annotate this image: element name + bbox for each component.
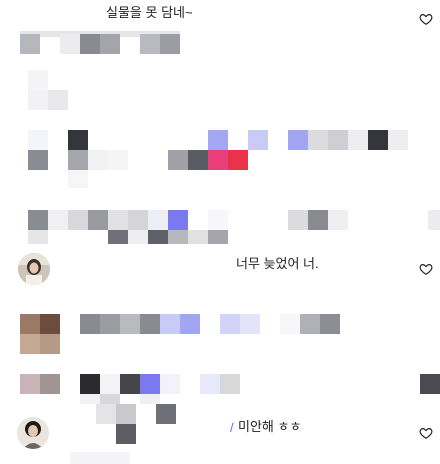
pixel-block xyxy=(120,374,140,394)
pixel-block xyxy=(28,70,48,90)
pixel-block xyxy=(100,314,120,334)
pixel-block xyxy=(20,34,40,54)
pixel-block xyxy=(28,150,48,170)
pixel-block xyxy=(68,130,88,150)
pixel-block xyxy=(328,130,348,150)
pixel-block xyxy=(120,314,140,334)
avatar[interactable] xyxy=(17,417,49,449)
avatar[interactable] xyxy=(18,253,50,285)
pixel-block xyxy=(168,210,188,230)
pixel-block xyxy=(280,314,300,334)
pixel-block xyxy=(368,130,388,150)
pixel-block xyxy=(88,210,108,230)
pixel-block xyxy=(160,34,180,54)
pixel-block xyxy=(70,452,130,464)
pixel-block xyxy=(148,210,168,230)
pixel-block xyxy=(100,34,120,54)
pixel-block xyxy=(308,130,328,150)
pixel-block xyxy=(140,314,160,334)
pixel-block xyxy=(240,314,260,334)
heart-outline-icon[interactable] xyxy=(419,262,433,276)
pixel-block xyxy=(160,314,180,334)
pixel-block xyxy=(180,314,200,334)
pixel-block xyxy=(88,150,108,170)
pixel-block xyxy=(188,150,208,170)
pixel-block xyxy=(108,230,128,244)
pixel-block xyxy=(208,230,228,244)
pixel-block xyxy=(288,130,308,150)
pixel-block xyxy=(100,394,120,404)
pixel-block xyxy=(68,150,88,170)
pixel-block xyxy=(40,314,60,334)
pixel-block xyxy=(140,34,160,54)
pixel-block xyxy=(220,374,240,394)
pixel-block xyxy=(140,374,160,394)
pixel-block xyxy=(116,404,136,424)
pixel-block xyxy=(60,34,80,54)
pixel-block xyxy=(20,314,40,334)
pixel-block xyxy=(348,130,368,150)
pixel-block xyxy=(248,130,268,150)
pixel-block xyxy=(96,404,116,424)
heart-outline-icon[interactable] xyxy=(419,426,433,440)
pixel-block xyxy=(28,130,48,150)
pixel-block xyxy=(128,230,148,244)
pixel-block xyxy=(320,314,340,334)
pixel-block xyxy=(108,210,128,230)
pixel-block xyxy=(156,404,176,424)
comment-text: 너무 늦었어 너. xyxy=(236,256,319,271)
pixel-block xyxy=(20,374,40,394)
pixel-block xyxy=(80,394,100,404)
pixel-block xyxy=(200,374,220,394)
pixel-block xyxy=(28,210,48,230)
pixel-block xyxy=(168,230,188,244)
pixel-block xyxy=(220,314,240,334)
comment-prefix: / xyxy=(230,420,234,435)
pixel-block xyxy=(228,150,248,170)
pixel-block xyxy=(80,374,100,394)
pixel-block xyxy=(208,130,228,150)
pixel-block xyxy=(20,334,40,354)
pixel-block xyxy=(300,314,320,334)
pixel-block xyxy=(208,210,228,230)
pixel-block xyxy=(148,230,168,244)
pixel-block xyxy=(116,424,136,444)
pixel-block xyxy=(108,150,128,170)
pixel-block xyxy=(68,210,88,230)
pixel-block xyxy=(40,334,60,354)
pixel-block xyxy=(188,230,208,244)
pixel-block xyxy=(28,90,48,110)
comment-text: 미안해 ㅎㅎ xyxy=(238,419,302,434)
pixel-block xyxy=(128,210,148,230)
pixel-block xyxy=(80,314,100,334)
pixel-block xyxy=(308,210,328,230)
comment-text: 실물을 못 담네~ xyxy=(106,5,193,20)
pixel-block xyxy=(328,210,348,230)
pixel-block xyxy=(140,394,160,404)
pixel-block xyxy=(168,150,188,170)
pixel-block xyxy=(48,210,68,230)
pixel-block xyxy=(68,170,88,188)
pixel-block xyxy=(208,150,228,170)
pixel-block xyxy=(160,374,180,394)
pixel-block xyxy=(420,374,440,394)
pixel-block xyxy=(40,374,60,394)
heart-outline-icon[interactable] xyxy=(419,12,433,26)
pixel-block xyxy=(428,210,440,230)
pixel-block xyxy=(80,34,100,54)
pixel-block xyxy=(100,374,120,394)
pixel-block xyxy=(288,210,308,230)
pixel-block xyxy=(388,130,408,150)
pixel-block xyxy=(48,90,68,110)
pixel-block xyxy=(28,230,48,244)
